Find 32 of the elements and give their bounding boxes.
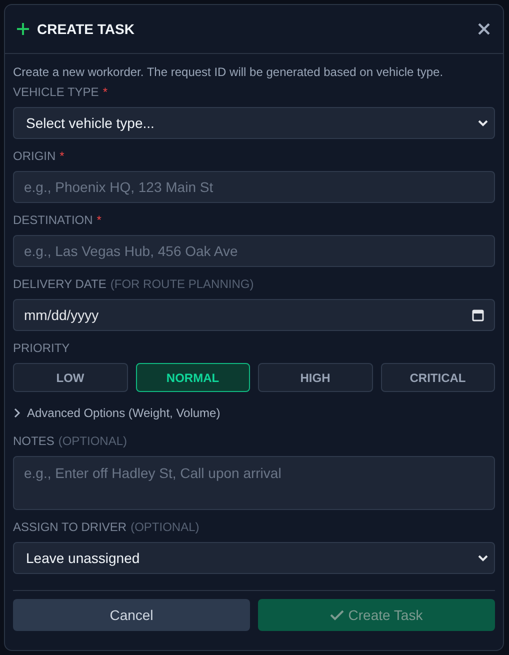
select-field[interactable]: Leave unassigned <box>13 542 495 574</box>
field-label: ASSIGN TO DRIVER <box>13 520 127 534</box>
notes-field[interactable]: e.g., Enter off Hadley St, Call upon arrival <box>13 456 495 510</box>
date-field[interactable]: mm/dd/yyyy <box>13 299 495 331</box>
advanced-options-toggle[interactable]: Advanced Options (Weight, Volume) <box>13 406 495 420</box>
field-label: DESTINATION <box>13 213 93 227</box>
field-label: NOTES <box>13 434 54 448</box>
select-field[interactable]: Select vehicle type... <box>13 107 495 139</box>
check-icon <box>330 609 344 621</box>
field-label: VEHICLE TYPE <box>13 85 99 99</box>
cancel-button[interactable]: Cancel <box>13 599 250 631</box>
priority-option[interactable]: CRITICAL <box>380 363 495 392</box>
field-hint: (OPTIONAL) <box>58 434 128 448</box>
field-hint: (OPTIONAL) <box>130 520 200 534</box>
priority-option[interactable]: NORMAL <box>136 363 250 392</box>
priority-option[interactable]: HIGH <box>258 363 372 392</box>
close-button[interactable] <box>477 22 491 36</box>
dialog-title: CREATE TASK <box>37 21 136 37</box>
input-field[interactable]: e.g., Phoenix HQ, 123 Main St <box>13 171 495 203</box>
chevron-right-icon <box>13 408 21 418</box>
field-label: ORIGIN <box>13 149 56 163</box>
field-label: DELIVERY DATE <box>13 277 106 291</box>
plus-icon <box>17 23 29 35</box>
calendar-icon <box>471 308 485 322</box>
field-hint: (FOR ROUTE PLANNING) <box>110 277 254 291</box>
field-label: PRIORITY <box>13 341 70 355</box>
required-mark: * <box>96 213 102 227</box>
required-mark: * <box>60 149 64 163</box>
input-field[interactable]: e.g., Las Vegas Hub, 456 Oak Ave <box>13 235 495 267</box>
required-mark: * <box>102 85 108 99</box>
dialog-description: Create a new workorder. The request ID will be generated based on vehicle type. <box>13 65 444 79</box>
priority-option[interactable]: LOW <box>13 363 128 392</box>
